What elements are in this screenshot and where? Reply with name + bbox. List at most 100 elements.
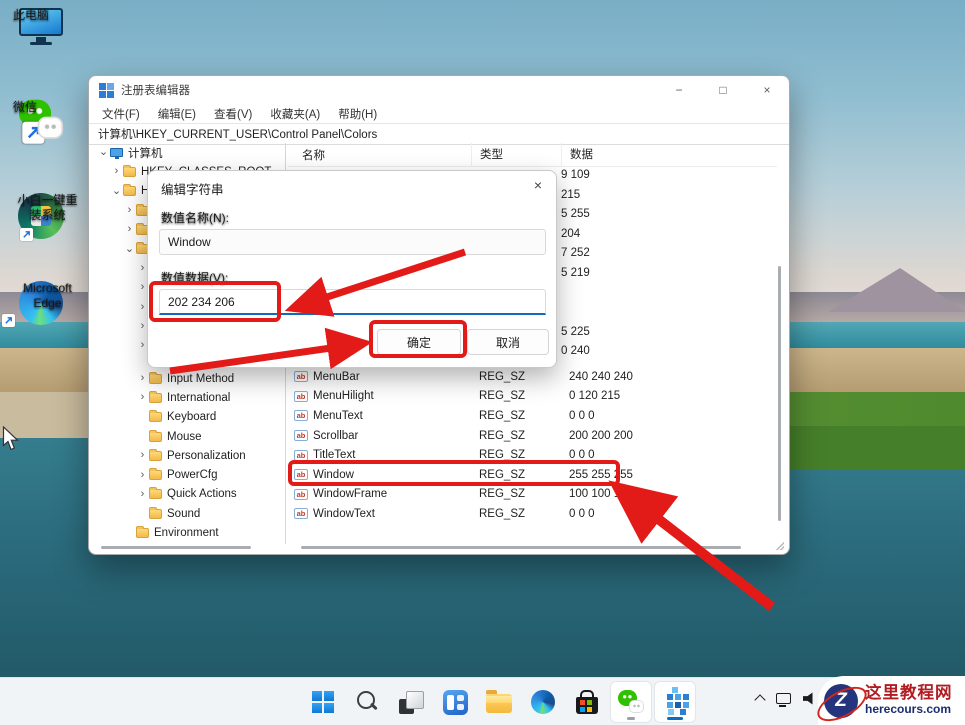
chevron-right-icon[interactable]: › <box>136 392 149 403</box>
tree-item-keyboard[interactable]: Keyboard <box>91 408 284 427</box>
cancel-button[interactable]: 取消 <box>467 329 549 355</box>
list-header: 名称 类型 数据 <box>288 143 777 167</box>
desktop-icon-xiaobai[interactable]: 小白一键重装系统 <box>0 193 82 241</box>
tree-item-powercfg[interactable]: › PowerCfg <box>91 465 284 484</box>
menu-item-1[interactable]: 编辑(E) <box>149 106 205 122</box>
taskbar-button-app-cube[interactable] <box>655 682 695 722</box>
column-header-name[interactable]: 名称 <box>302 147 325 163</box>
tree-item-mouse[interactable]: Mouse <box>91 427 284 446</box>
tree-item-environment[interactable]: Environment <box>91 523 284 542</box>
close-button[interactable]: × <box>745 76 789 104</box>
menu-item-3[interactable]: 收藏夹(A) <box>261 106 329 122</box>
menu-item-0[interactable]: 文件(F) <box>93 106 149 122</box>
chevron-right-icon[interactable]: › <box>136 373 149 384</box>
watermark-domain: herecours.com <box>865 702 952 717</box>
chevron-right-icon[interactable]: › <box>123 224 136 235</box>
registry-value-row-scrollbar[interactable]: ab Scrollbar REG_SZ 200 200 200 <box>288 426 776 446</box>
shortcut-arrow-icon <box>20 228 33 241</box>
chevron-right-icon[interactable]: › <box>136 450 149 461</box>
tree-item-international[interactable]: › International <box>91 388 284 407</box>
desktop-icon-wechat[interactable]: 微信 <box>0 99 82 144</box>
tree-item-computer[interactable]: ⌄ 计算机 <box>91 143 284 162</box>
registry-value-row-titletext[interactable]: ab TitleText REG_SZ 0 0 0 <box>288 445 776 465</box>
dialog-close-icon[interactable]: × <box>534 177 542 193</box>
registry-value-row-menutext[interactable]: ab MenuText REG_SZ 0 0 0 <box>288 406 776 426</box>
value-data: 0 0 0 <box>569 507 595 520</box>
tray-chevron-up-icon[interactable] <box>754 694 766 706</box>
volume-icon[interactable] <box>803 692 813 705</box>
window-controls: − □ × <box>657 76 789 104</box>
chevron-right-icon[interactable]: › <box>136 488 149 500</box>
address-bar[interactable]: 计算机\HKEY_CURRENT_USER\Control Panel\Colo… <box>89 124 789 145</box>
column-header-data[interactable]: 数据 <box>561 143 593 167</box>
tree-item-input-method[interactable]: › Input Method <box>91 369 284 388</box>
registry-value-row-partial[interactable]: 7 252 <box>561 247 590 259</box>
wallpaper-mountain-peak <box>828 268 965 312</box>
value-type: REG_SZ <box>479 370 526 383</box>
value-type: REG_SZ <box>479 449 526 462</box>
resize-grip-icon[interactable] <box>776 542 784 550</box>
value-data-field[interactable]: 202 234 206 <box>159 289 546 315</box>
tree-item-label: Environment <box>154 527 219 540</box>
taskbar-button-task-view[interactable] <box>391 682 431 722</box>
menu-item-4[interactable]: 帮助(H) <box>329 106 386 122</box>
taskbar-button-widgets[interactable] <box>435 682 475 722</box>
list-horizontal-scrollbar[interactable] <box>301 546 741 549</box>
taskbar-button-wechat[interactable] <box>611 682 651 722</box>
mouse-cursor <box>2 426 20 451</box>
registry-value-row-partial[interactable]: 204 <box>561 228 580 240</box>
tree-pane-bottom: › Input Method › International Keyboard Mouse… <box>91 369 284 543</box>
registry-value-row-windowtext[interactable]: ab WindowText REG_SZ 0 0 0 <box>288 504 776 524</box>
tree-item-label: PowerCfg <box>167 469 218 482</box>
registry-value-row-partial[interactable]: 215 <box>561 189 580 201</box>
registry-value-row-partial[interactable]: 9 109 <box>561 169 590 181</box>
folder-icon <box>149 410 162 423</box>
taskbar-button-store[interactable] <box>567 682 607 722</box>
menu-item-2[interactable]: 查看(V) <box>205 106 261 122</box>
tree-item-quick-actions[interactable]: › Quick Actions <box>91 485 284 504</box>
column-header-type[interactable]: 类型 <box>471 143 503 167</box>
chevron-right-icon[interactable]: › <box>110 166 123 177</box>
desktop-icon-this-pc[interactable]: 此电脑 <box>0 8 82 46</box>
taskbar-button-search[interactable] <box>347 682 387 722</box>
registry-value-row-window[interactable]: ab Window REG_SZ 255 255 255 <box>288 465 776 485</box>
tree-item-sound[interactable]: Sound <box>91 504 284 523</box>
folder-icon <box>149 390 162 403</box>
desktop: 此电脑微信小白一键重装系统 Microsoft Edge 注册表编辑器 − □ ×… <box>0 0 965 725</box>
string-value-icon: ab <box>294 449 308 461</box>
string-value-icon: ab <box>294 410 308 422</box>
ok-button[interactable]: 确定 <box>377 329 461 355</box>
registry-value-row-menubar[interactable]: ab MenuBar REG_SZ 240 240 240 <box>288 367 776 387</box>
maximize-button[interactable]: □ <box>701 76 745 104</box>
minimize-button[interactable]: − <box>657 76 701 104</box>
desktop-icon-edge[interactable]: Microsoft Edge <box>0 281 82 327</box>
chevron-right-icon[interactable]: › <box>136 469 149 481</box>
chevron-down-icon[interactable]: ⌄ <box>97 147 110 158</box>
tree-horizontal-scrollbar[interactable] <box>101 546 251 549</box>
network-icon[interactable] <box>776 693 791 707</box>
taskbar-button-file-explorer[interactable] <box>479 682 519 722</box>
tree-item-label: 计算机 <box>128 147 163 160</box>
value-type: REG_SZ <box>479 468 526 481</box>
registry-value-row-partial[interactable]: 5 219 <box>561 267 590 279</box>
chevron-right-icon[interactable]: › <box>123 205 136 216</box>
tree-item-personalization[interactable]: › Personalization <box>91 446 284 465</box>
window-title: 注册表编辑器 <box>121 85 190 97</box>
chevron-down-icon[interactable]: ⌄ <box>110 185 123 197</box>
watermark: Z 这里教程网 herecours.com <box>818 676 965 725</box>
vertical-scrollbar[interactable] <box>778 266 781 521</box>
registry-value-row-partial[interactable]: 5 255 <box>561 208 590 220</box>
taskbar-button-start[interactable] <box>303 682 343 722</box>
watermark-site-name: 这里教程网 <box>865 684 953 703</box>
string-value-icon: ab <box>294 430 308 442</box>
value-name-field[interactable]: Window <box>159 229 546 255</box>
taskbar-button-edge[interactable] <box>523 682 563 722</box>
folder-icon <box>136 526 149 539</box>
registry-value-row-menuhilight[interactable]: ab MenuHilight REG_SZ 0 120 215 <box>288 387 776 407</box>
registry-value-row-partial[interactable]: 5 225 <box>561 326 590 338</box>
folder-icon <box>149 448 162 461</box>
shortcut-arrow-icon <box>22 121 45 144</box>
registry-value-row-windowframe[interactable]: ab WindowFrame REG_SZ 100 100 100 <box>288 485 776 505</box>
chevron-down-icon[interactable]: ⌄ <box>123 243 136 255</box>
registry-value-row-partial[interactable]: 0 240 <box>561 345 590 357</box>
